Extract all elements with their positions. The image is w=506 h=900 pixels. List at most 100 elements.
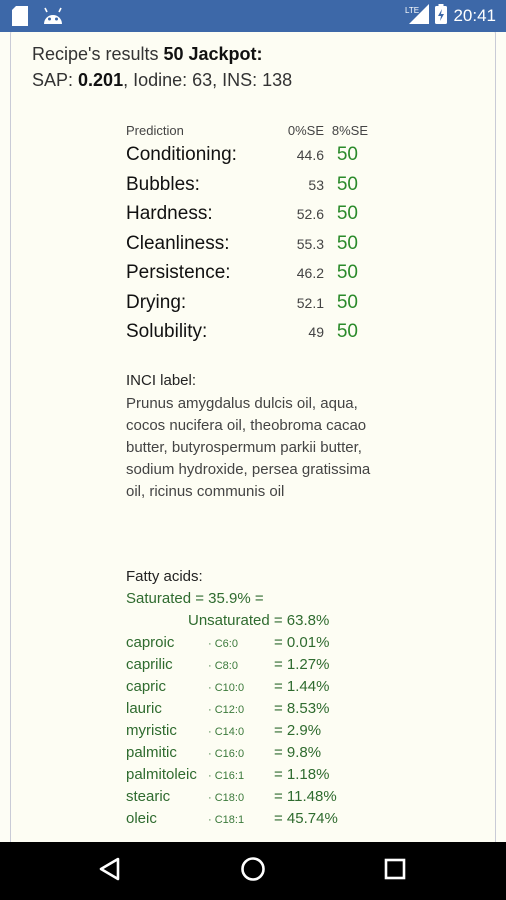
acid-name: oleic	[126, 810, 157, 827]
recents-icon	[383, 857, 407, 885]
inci-title: INCI label:	[126, 372, 197, 389]
property-name: Conditioning:	[126, 144, 237, 165]
sap-value: 0.201	[78, 70, 124, 90]
acid-code: · C10:0	[208, 682, 245, 694]
navigation-bar	[0, 842, 506, 900]
sap-label: SAP:	[32, 70, 79, 90]
prediction-row: Solubility: 49 50	[126, 321, 376, 351]
fatty-acid-row: lauric · C12:0 = 8.53%	[126, 700, 386, 722]
acid-percent: = 1.27%	[274, 656, 330, 673]
property-name: Persistence:	[126, 262, 231, 283]
fatty-acids-section: Fatty acids: Saturated = 35.9% = Unsatur…	[126, 568, 386, 832]
acid-name: stearic	[126, 788, 171, 805]
recipe-score: 50 Jackpot:	[163, 44, 263, 64]
fatty-acid-row: palmitic · C16:0 = 9.8%	[126, 744, 386, 766]
fatty-acid-row: palmitoleic · C16:1 = 1.18%	[126, 766, 386, 788]
value-0se: 46.2	[296, 265, 324, 281]
status-left-icons	[12, 6, 64, 30]
value-0se: 52.1	[296, 294, 324, 311]
acid-name: palmitic	[126, 744, 177, 761]
acid-percent: = 0.01%	[274, 634, 330, 651]
fatty-acid-row: capric · C10:0 = 1.44%	[126, 678, 386, 700]
status-time: 20:41	[453, 6, 496, 25]
unsaturated-total: Unsaturated = 63.8%	[188, 612, 330, 629]
lte-signal-icon: LTE	[405, 4, 430, 28]
value-8se: 50	[336, 203, 358, 224]
fatty-acid-row: caproic · C6:0 = 0.01%	[126, 634, 386, 656]
property-name: Hardness:	[126, 203, 213, 224]
acid-name: caprilic	[126, 656, 173, 673]
acid-percent: = 11.48%	[274, 788, 337, 805]
acid-code: · C6:0	[208, 638, 238, 650]
fatty-acids-title: Fatty acids:	[126, 568, 203, 585]
status-bar: LTE 20:41	[0, 0, 506, 32]
prediction-header: Prediction 0%SE 8%SE	[126, 118, 376, 138]
value-8se: 50	[336, 144, 358, 165]
acid-code: · C18:1	[208, 814, 245, 826]
prediction-row: Bubbles: 53 50	[126, 174, 376, 204]
prediction-row: Persistence: 46.2 50	[126, 262, 376, 292]
acid-percent: = 45.74%	[274, 810, 338, 827]
acid-percent: = 1.18%	[274, 766, 330, 783]
android-icon	[42, 7, 64, 29]
acid-code: · C8:0	[208, 660, 238, 672]
property-name: Drying:	[126, 291, 187, 313]
iodine-ins-text: , Iodine: 63, INS: 138	[123, 70, 293, 90]
value-8se: 50	[336, 232, 358, 254]
acid-code: · C14:0	[208, 726, 245, 738]
col-0se: 0%SE	[287, 123, 324, 138]
fatty-acid-row: myristic · C14:0 = 2.9%	[126, 722, 386, 744]
value-0se: 44.6	[296, 147, 324, 163]
recents-button[interactable]	[378, 854, 412, 888]
acid-name: palmitoleic	[126, 766, 197, 783]
saturated-total: Saturated = 35.9% =	[126, 590, 264, 607]
acid-code: · C18:0	[208, 792, 245, 804]
sd-card-icon	[12, 6, 28, 30]
acid-code: · C16:1	[208, 770, 245, 782]
recipe-results-heading: Recipe's results 50 Jackpot:	[32, 44, 263, 65]
prediction-title: Prediction	[126, 123, 184, 138]
value-8se: 50	[336, 262, 358, 283]
recipe-summary-line: SAP: 0.201, Iodine: 63, INS: 138	[32, 70, 292, 91]
acid-code: · C12:0	[208, 704, 245, 716]
prediction-row: Conditioning: 44.6 50	[126, 144, 376, 174]
col-8se: 8%SE	[331, 123, 368, 138]
status-right-icons: LTE 20:41	[405, 4, 496, 28]
fatty-acid-row: caprilic · C8:0 = 1.27%	[126, 656, 386, 678]
acid-percent: = 1.44%	[274, 678, 330, 695]
home-icon	[240, 856, 266, 886]
lte-label: LTE	[405, 6, 419, 15]
fatty-acid-row: stearic · C18:0 = 11.48%	[126, 788, 386, 810]
acid-name: myristic	[126, 722, 177, 739]
value-8se: 50	[336, 291, 358, 313]
value-0se: 52.6	[296, 206, 324, 222]
prediction-row: Drying: 52.1 50	[126, 292, 376, 322]
value-0se: 55.3	[296, 235, 324, 252]
results-label: Recipe's results	[32, 44, 164, 64]
acid-percent: = 2.9%	[274, 722, 322, 739]
back-button[interactable]	[93, 854, 127, 888]
prediction-row: Hardness: 52.6 50	[126, 203, 376, 233]
fatty-acid-row: oleic · C18:1 = 45.74%	[126, 810, 386, 832]
value-0se: 53	[308, 176, 324, 193]
back-icon	[97, 856, 123, 886]
inci-text: Prunus amygdalus dulcis oil, aqua, cocos…	[126, 395, 371, 500]
home-button[interactable]	[236, 854, 270, 888]
property-name: Solubility:	[126, 321, 208, 342]
prediction-table: Prediction 0%SE 8%SE Conditioning: 44.6 …	[126, 118, 376, 351]
prediction-row: Cleanliness: 55.3 50	[126, 233, 376, 263]
property-name: Bubbles:	[126, 173, 200, 195]
battery-charging-icon	[435, 4, 448, 28]
acid-code: · C16:0	[208, 748, 245, 760]
acid-percent: = 9.8%	[274, 744, 322, 761]
value-8se: 50	[336, 321, 358, 342]
inci-section: INCI label: Prunus amygdalus dulcis oil,…	[126, 372, 386, 503]
acid-name: capric	[126, 678, 167, 695]
property-name: Cleanliness:	[126, 232, 230, 254]
value-8se: 50	[336, 173, 358, 195]
acid-name: lauric	[126, 700, 162, 717]
value-0se: 49	[308, 324, 324, 340]
acid-percent: = 8.53%	[274, 700, 330, 717]
acid-name: caproic	[126, 634, 175, 651]
main-content[interactable]: Recipe's results 50 Jackpot: SAP: 0.201,…	[0, 32, 506, 842]
